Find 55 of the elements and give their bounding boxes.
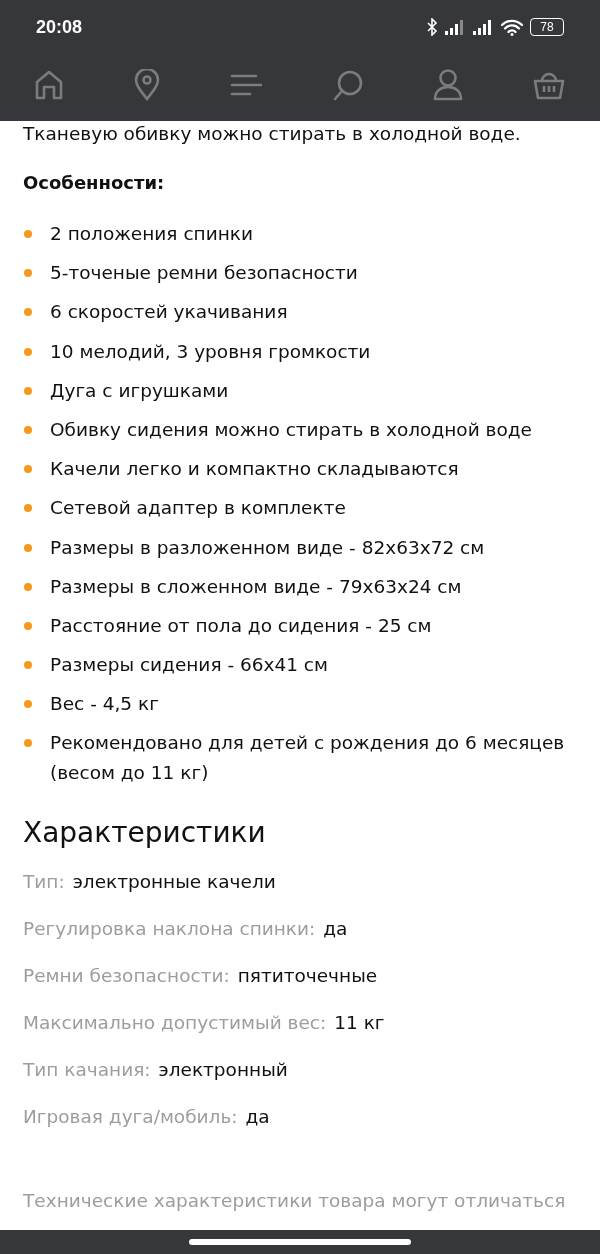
spec-value: 11 кг: [334, 1011, 385, 1036]
spec-value: пятиточечные: [237, 964, 378, 989]
bullet-icon: [24, 700, 32, 709]
spec-label: Игровая дуга/мобиль:: [23, 1105, 238, 1130]
bullet-icon: [24, 739, 32, 748]
feature-text: 2 положения спинки: [50, 222, 253, 246]
home-icon[interactable]: [34, 69, 64, 101]
menu-icon[interactable]: [230, 73, 263, 97]
profile-icon[interactable]: [432, 69, 463, 101]
feature-text: Качели легко и компактно складываются: [50, 457, 459, 482]
spec-label: Тип:: [23, 870, 65, 895]
bullet-icon: [24, 543, 32, 552]
feature-text: Обивку сидения можно стирать в холодной воде: [50, 417, 532, 442]
disclaimer-text: Технические характеристики товара могут отличаться: [23, 1190, 567, 1212]
feature-text: Размеры в разложенном виде - 82х63х72 см: [50, 535, 485, 560]
feature-text: Размеры сидения - 66х41 см: [50, 653, 328, 678]
feature-text: 5-точеные ремни безопасности: [50, 261, 358, 286]
feature-text: Расстояние от пола до сидения - 25 см: [50, 613, 432, 638]
feature-text: 6 скоростей укачивания: [50, 300, 288, 325]
bluetooth-icon: [426, 18, 438, 36]
feature-text: Дуга с игрушками: [50, 378, 229, 403]
spec-label: Ремни безопасности:: [23, 964, 230, 989]
bullet-icon: [24, 347, 32, 356]
bullet-icon: [24, 504, 32, 513]
bullet-icon: [24, 661, 32, 670]
wifi-icon: [500, 18, 524, 36]
bullet-icon: [24, 582, 32, 591]
features-heading: Особенности:: [23, 171, 166, 195]
spec-value: да: [245, 1105, 270, 1130]
feature-text: 10 мелодий, 3 уровня громкости: [50, 339, 371, 364]
bullet-icon: [24, 308, 32, 317]
bullet-icon: [24, 230, 32, 238]
description-text: Тканевую обивку можно стирать в холодной воде.: [23, 122, 522, 146]
spec-value: электронные качели: [72, 870, 276, 895]
bullet-icon: [24, 621, 32, 630]
bullet-icon: [24, 269, 32, 278]
bullet-icon: [24, 386, 32, 395]
spec-label: Тип качания:: [23, 1058, 151, 1083]
spec-value: электронный: [158, 1058, 288, 1083]
location-pin-icon[interactable]: [134, 69, 161, 101]
feature-text: Рекомендовано для детей с рождения до 6 месяцев (весом до 11 кг): [50, 731, 566, 786]
search-icon[interactable]: [332, 69, 363, 101]
signal-icon: [472, 19, 494, 35]
bullet-icon: [24, 465, 32, 474]
battery-icon: 78: [530, 18, 564, 36]
feature-text: Размеры в сложенном виде - 79х63х24 см: [50, 574, 462, 599]
feature-text: Вес - 4,5 кг: [50, 692, 159, 717]
spec-label: Регулировка наклона спинки:: [23, 917, 316, 942]
bullet-icon: [24, 425, 32, 434]
status-time: 20:08: [36, 16, 83, 38]
feature-text: Сетевой адаптер в комплекте: [50, 496, 346, 521]
signal-icon: [444, 19, 466, 35]
spec-label: Максимально допустимый вес:: [23, 1011, 327, 1036]
specs-heading: Характеристики: [23, 815, 267, 852]
spec-value: да: [323, 917, 348, 942]
